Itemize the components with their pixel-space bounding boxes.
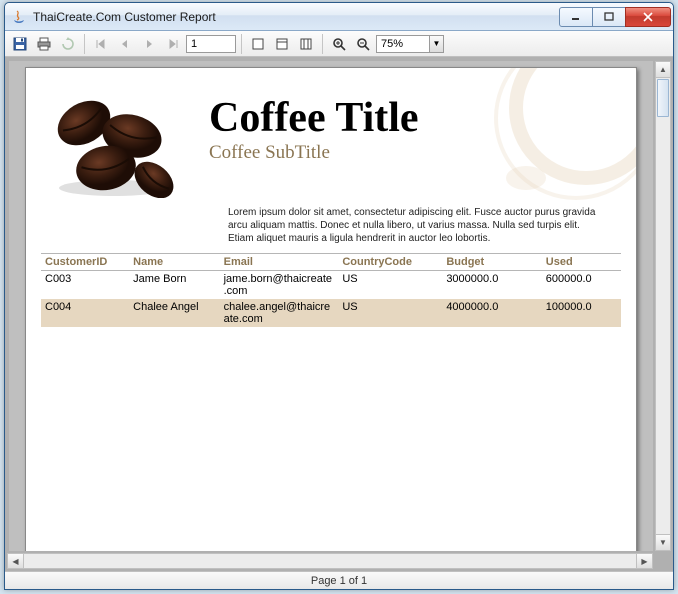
app-window: ThaiCreate.Com Customer Report 75% ▼ <box>4 2 674 590</box>
titlebar[interactable]: ThaiCreate.Com Customer Report <box>5 3 673 31</box>
maximize-button[interactable] <box>592 7 626 27</box>
report-page: Coffee Title Coffee SubTitle Lorem ipsum… <box>25 67 637 551</box>
data-table: CustomerID Name Email CountryCode Budget… <box>41 253 621 327</box>
reload-button[interactable] <box>57 33 79 55</box>
close-button[interactable] <box>625 7 671 27</box>
zoom-out-button[interactable] <box>352 33 374 55</box>
next-page-button[interactable] <box>138 33 160 55</box>
last-page-button[interactable] <box>162 33 184 55</box>
column-header: Used <box>542 254 621 271</box>
report-header: Coffee Title Coffee SubTitle <box>26 68 636 206</box>
column-header: Budget <box>442 254 541 271</box>
fit-page-button[interactable] <box>271 33 293 55</box>
column-header: Email <box>220 254 339 271</box>
cell-budget: 4000000.0 <box>442 299 541 327</box>
zoom-in-button[interactable] <box>328 33 350 55</box>
scroll-thumb[interactable] <box>657 79 669 117</box>
cell-budget: 3000000.0 <box>442 271 541 300</box>
cell-countrycode: US <box>338 271 442 300</box>
actual-size-button[interactable] <box>247 33 269 55</box>
save-button[interactable] <box>9 33 31 55</box>
minimize-button[interactable] <box>559 7 593 27</box>
chevron-down-icon[interactable]: ▼ <box>429 36 443 52</box>
separator <box>322 34 323 54</box>
separator <box>84 34 85 54</box>
report-viewport: Coffee Title Coffee SubTitle Lorem ipsum… <box>5 57 673 571</box>
scroll-right-button[interactable]: ▶ <box>636 554 652 568</box>
coffee-beans-image <box>54 88 199 198</box>
scroll-left-button[interactable]: ◀ <box>8 554 24 568</box>
scroll-up-button[interactable]: ▲ <box>656 62 670 78</box>
cell-used: 100000.0 <box>542 299 621 327</box>
cell-customerid: C003 <box>41 271 129 300</box>
prev-page-button[interactable] <box>114 33 136 55</box>
cell-used: 600000.0 <box>542 271 621 300</box>
horizontal-scrollbar[interactable]: ◀ ▶ <box>7 553 653 569</box>
vertical-scrollbar[interactable]: ▲ ▼ <box>655 61 671 551</box>
report-subtitle: Coffee SubTitle <box>209 142 608 164</box>
table-row: C004 Chalee Angel chalee.angel@thaicreat… <box>41 299 621 327</box>
zoom-value: 75% <box>377 38 429 50</box>
fit-width-button[interactable] <box>295 33 317 55</box>
table-row: C003 Jame Born jame.born@thaicreate.com … <box>41 271 621 300</box>
report-title: Coffee Title <box>209 94 608 142</box>
cell-customerid: C004 <box>41 299 129 327</box>
page-number-input[interactable] <box>186 35 236 53</box>
zoom-combobox[interactable]: 75% ▼ <box>376 35 444 53</box>
cell-name: Chalee Angel <box>129 299 219 327</box>
cell-countrycode: US <box>338 299 442 327</box>
column-header: Name <box>129 254 219 271</box>
scroll-down-button[interactable]: ▼ <box>656 534 670 550</box>
separator <box>241 34 242 54</box>
window-title: ThaiCreate.Com Customer Report <box>33 10 560 24</box>
cell-email: jame.born@thaicreate.com <box>220 271 339 300</box>
cell-email: chalee.angel@thaicreate.com <box>220 299 339 327</box>
toolbar: 75% ▼ <box>5 31 673 57</box>
window-controls <box>560 7 671 27</box>
page-canvas[interactable]: Coffee Title Coffee SubTitle Lorem ipsum… <box>9 61 653 551</box>
cell-name: Jame Born <box>129 271 219 300</box>
report-description: Lorem ipsum dolor sit amet, consectetur … <box>228 206 608 245</box>
java-icon <box>11 9 27 25</box>
column-header: CustomerID <box>41 254 129 271</box>
column-header: CountryCode <box>338 254 442 271</box>
table-header-row: CustomerID Name Email CountryCode Budget… <box>41 254 621 271</box>
statusbar: Page 1 of 1 <box>5 571 673 589</box>
page-indicator: Page 1 of 1 <box>311 575 367 587</box>
first-page-button[interactable] <box>90 33 112 55</box>
print-button[interactable] <box>33 33 55 55</box>
